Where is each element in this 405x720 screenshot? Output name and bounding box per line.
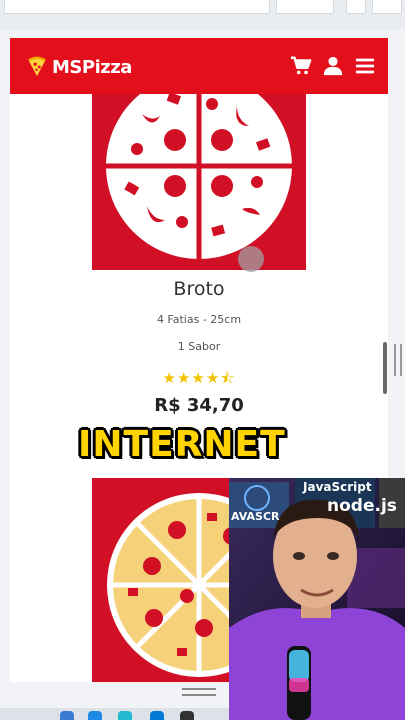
browser-tab-strip[interactable] (4, 0, 270, 14)
brand-name: MSPizza (52, 56, 132, 78)
navbar: MSPizza (10, 38, 388, 94)
star-rating: ★★★★⯪ (162, 370, 236, 387)
webcam-tag: AVASCR (231, 510, 280, 523)
product-flavors: 1 Sabor (177, 340, 221, 353)
video-caption: INTERNET (78, 424, 286, 465)
pizza-icon (106, 94, 292, 259)
user-icon[interactable] (322, 55, 344, 77)
browser-tab-small-2[interactable] (372, 0, 402, 14)
product-name: Broto (173, 278, 225, 300)
taskbar-app-icon[interactable] (150, 711, 164, 720)
browser-chrome (0, 0, 405, 30)
pizza-slice-logo-icon (28, 56, 46, 77)
browser-tab[interactable] (276, 0, 334, 14)
taskbar-app-icon[interactable] (60, 711, 74, 720)
touch-cursor (238, 246, 264, 272)
scroll-drag-handle[interactable] (394, 344, 402, 376)
product-slices: 4 Fatias - 25cm (156, 313, 242, 326)
product-price: R$ 34,70 (154, 395, 244, 416)
webcam-tag: JavaScript (303, 480, 372, 494)
webcam-overlay: JavaScript node.js AVASCR (229, 478, 405, 720)
pizza-broto-image[interactable] (92, 94, 306, 270)
taskbar-app-icon[interactable] (180, 711, 194, 720)
nav-icons (290, 55, 376, 77)
taskbar-app-icon[interactable] (118, 711, 132, 720)
browser-tab-small[interactable] (346, 0, 366, 14)
bottom-resize-handle[interactable] (182, 688, 216, 696)
scrollbar[interactable] (383, 342, 387, 394)
cart-icon[interactable] (290, 55, 312, 77)
webcam-tag: node.js (327, 496, 397, 516)
taskbar-app-icon[interactable] (88, 711, 102, 720)
brand[interactable]: MSPizza (26, 55, 132, 79)
menu-icon[interactable] (354, 55, 376, 77)
